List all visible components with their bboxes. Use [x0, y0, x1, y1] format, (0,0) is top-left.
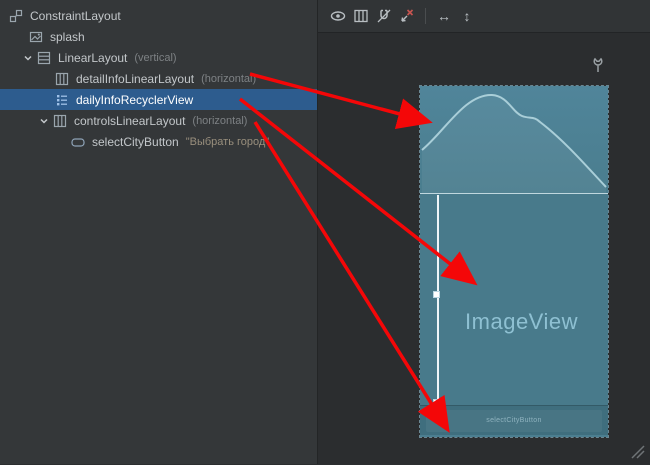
tree-item-label: ConstraintLayout: [30, 9, 121, 23]
imageview-label: ImageView: [437, 309, 606, 335]
select-city-button-label: selectCityButton: [486, 417, 541, 424]
select-city-button-preview[interactable]: selectCityButton: [426, 410, 602, 432]
autoconnect-off-magnet-icon[interactable]: [374, 6, 394, 26]
toolbar-separator: [425, 8, 426, 24]
selection-edge-line: [437, 195, 439, 404]
tree-item-text-value: "Выбрать город": [186, 136, 269, 148]
expand-horizontal-icon[interactable]: ↔: [434, 6, 454, 26]
tree-item-label: detailInfoLinearLayout: [76, 72, 194, 86]
tree-item-detailinfolinearlayout[interactable]: detailInfoLinearLayout (horizontal): [0, 68, 317, 89]
resize-grip[interactable]: [628, 444, 646, 460]
device-preview[interactable]: ImageView selectCityButton: [420, 86, 608, 437]
component-tree-panel: ConstraintLayout splash LinearLayout (ve…: [0, 0, 318, 464]
expand-horizontal-glyph: ↔: [437, 6, 451, 26]
clear-constraints-icon[interactable]: [397, 6, 417, 26]
tree-item-linearlayout[interactable]: LinearLayout (vertical): [0, 47, 317, 68]
tree-item-selectcitybutton[interactable]: selectCityButton "Выбрать город": [0, 131, 317, 152]
recycler-view-icon: [54, 92, 70, 108]
column-guides-icon[interactable]: [351, 6, 371, 26]
tree-item-controlslinearlayout[interactable]: controlsLinearLayout (horizontal): [0, 110, 317, 131]
tree-item-orientation: (horizontal): [201, 73, 256, 85]
tree-item-orientation: (horizontal): [192, 115, 247, 127]
image-icon: [28, 29, 44, 45]
tree-item-constraintlayout[interactable]: ConstraintLayout: [0, 5, 317, 26]
recycler-view-area[interactable]: ImageView: [420, 194, 608, 405]
constraint-layout-icon: [8, 8, 24, 24]
chevron-down-icon[interactable]: [22, 52, 34, 64]
design-toolbar: ↔ ↕: [318, 0, 650, 33]
wrench-icon[interactable]: [590, 56, 606, 74]
chevron-down-icon[interactable]: [38, 115, 50, 127]
tree-item-label: controlsLinearLayout: [74, 114, 185, 128]
expand-vertical-glyph: ↕: [464, 6, 471, 26]
weather-curve-graphic: [420, 86, 608, 193]
tree-item-label: splash: [50, 30, 85, 44]
controls-area[interactable]: selectCityButton: [420, 405, 608, 435]
tree-item-orientation: (vertical): [134, 52, 176, 64]
design-surface: ↔ ↕ ImageView selectCityButton: [318, 0, 650, 464]
selection-handle-middle[interactable]: [433, 291, 440, 298]
linear-layout-horizontal-icon: [52, 113, 68, 129]
tree-item-label: LinearLayout: [58, 51, 127, 65]
button-icon: [70, 134, 86, 150]
linear-layout-horizontal-icon: [54, 71, 70, 87]
linear-layout-vertical-icon: [36, 50, 52, 66]
expand-vertical-icon[interactable]: ↕: [457, 6, 477, 26]
view-options-icon[interactable]: [328, 6, 348, 26]
tree-item-splash[interactable]: splash: [0, 26, 317, 47]
detail-info-area[interactable]: [420, 86, 608, 193]
tree-item-label: dailyInfoRecyclerView: [76, 93, 193, 107]
tree-item-label: selectCityButton: [92, 135, 179, 149]
tree-item-dailyinforecyclerview[interactable]: dailyInfoRecyclerView: [0, 89, 317, 110]
